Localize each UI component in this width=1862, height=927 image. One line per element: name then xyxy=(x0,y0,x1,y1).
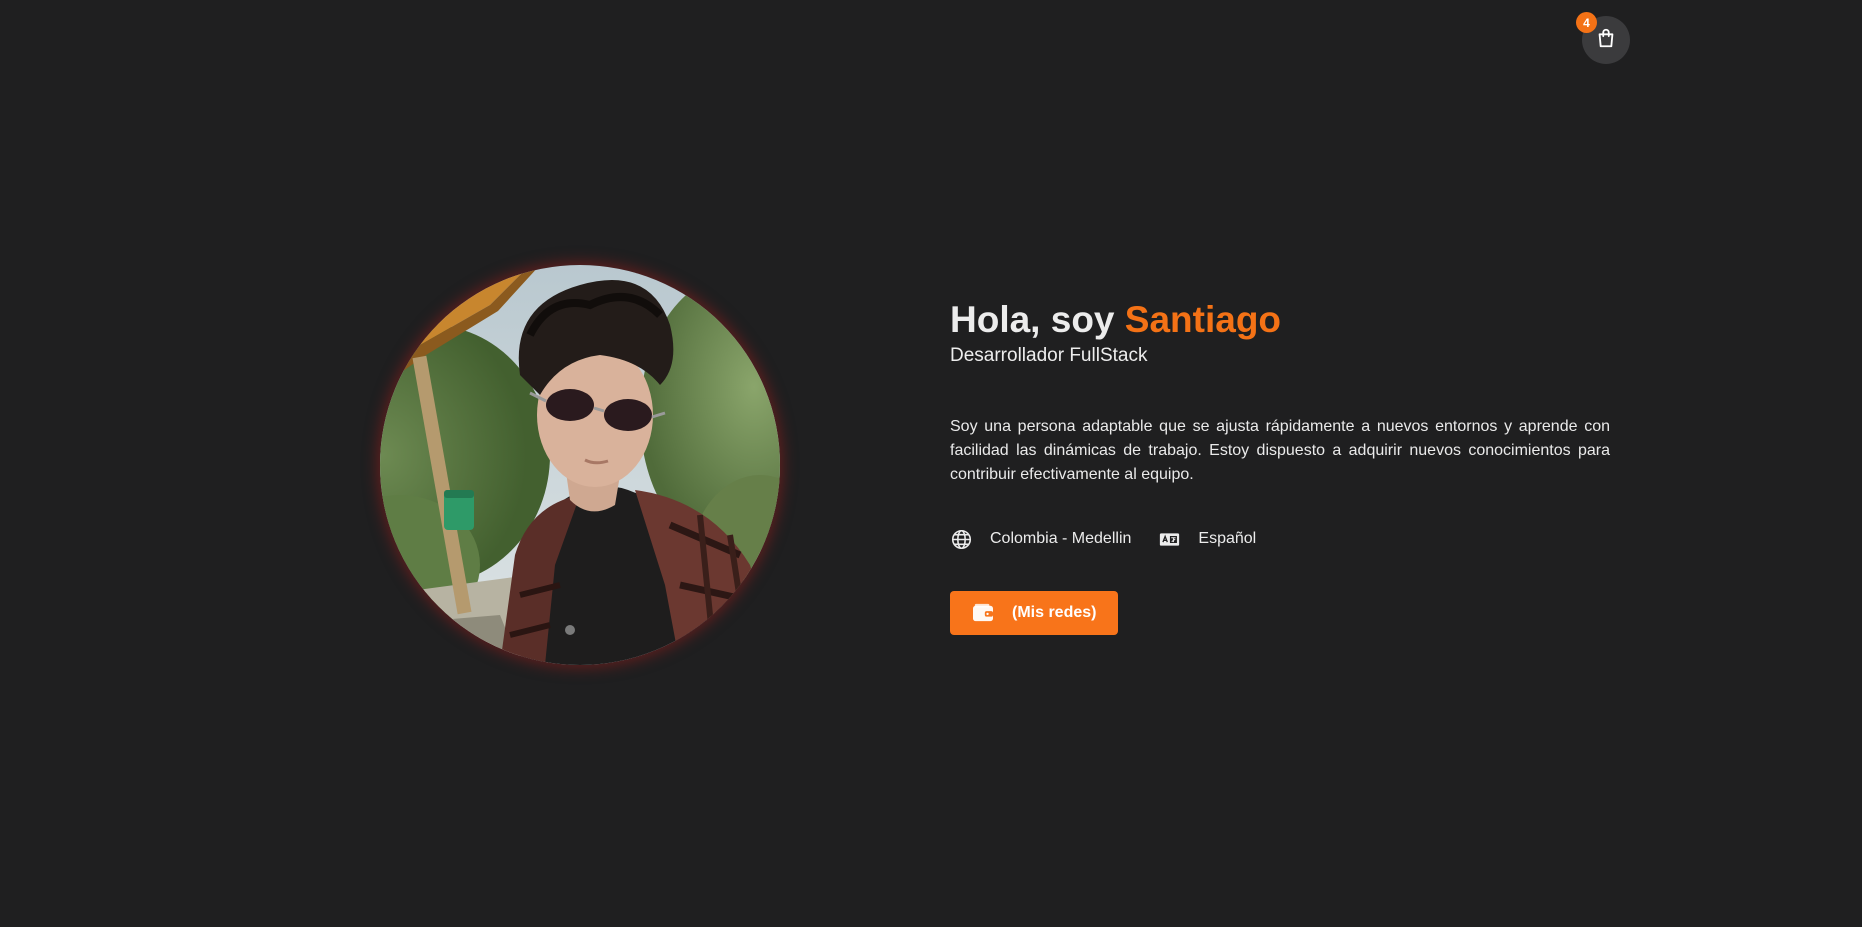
greeting-text: Hola, soy xyxy=(950,299,1115,340)
page: 4 Hola, soy Santiago Desarrollador FullS… xyxy=(0,0,1862,927)
avatar xyxy=(380,265,780,665)
hero-section: Hola, soy Santiago Desarrollador FullSta… xyxy=(950,296,1610,635)
role-subtitle: Desarrollador FullStack xyxy=(950,345,1148,366)
language-text: Español xyxy=(1198,530,1257,547)
info-row: Colombia - Medellin Español xyxy=(950,527,1610,551)
social-button-label: (Mis redes) xyxy=(1012,604,1097,621)
cart-button[interactable]: 4 xyxy=(1576,12,1630,64)
wallet-icon xyxy=(972,603,994,623)
hero-title: Hola, soy Santiago xyxy=(950,296,1610,344)
cart-count-badge: 4 xyxy=(1576,12,1597,33)
shopping-bag-icon xyxy=(1595,27,1617,54)
social-networks-button[interactable]: (Mis redes) xyxy=(950,591,1118,635)
hero-name: Santiago xyxy=(1124,299,1282,340)
language-icon xyxy=(1158,528,1180,550)
globe-icon xyxy=(950,528,972,550)
profile-photo xyxy=(380,265,780,665)
location-text: Colombia - Medellin xyxy=(990,530,1132,547)
about-description: Soy una persona adaptable que se ajusta … xyxy=(950,418,1610,483)
